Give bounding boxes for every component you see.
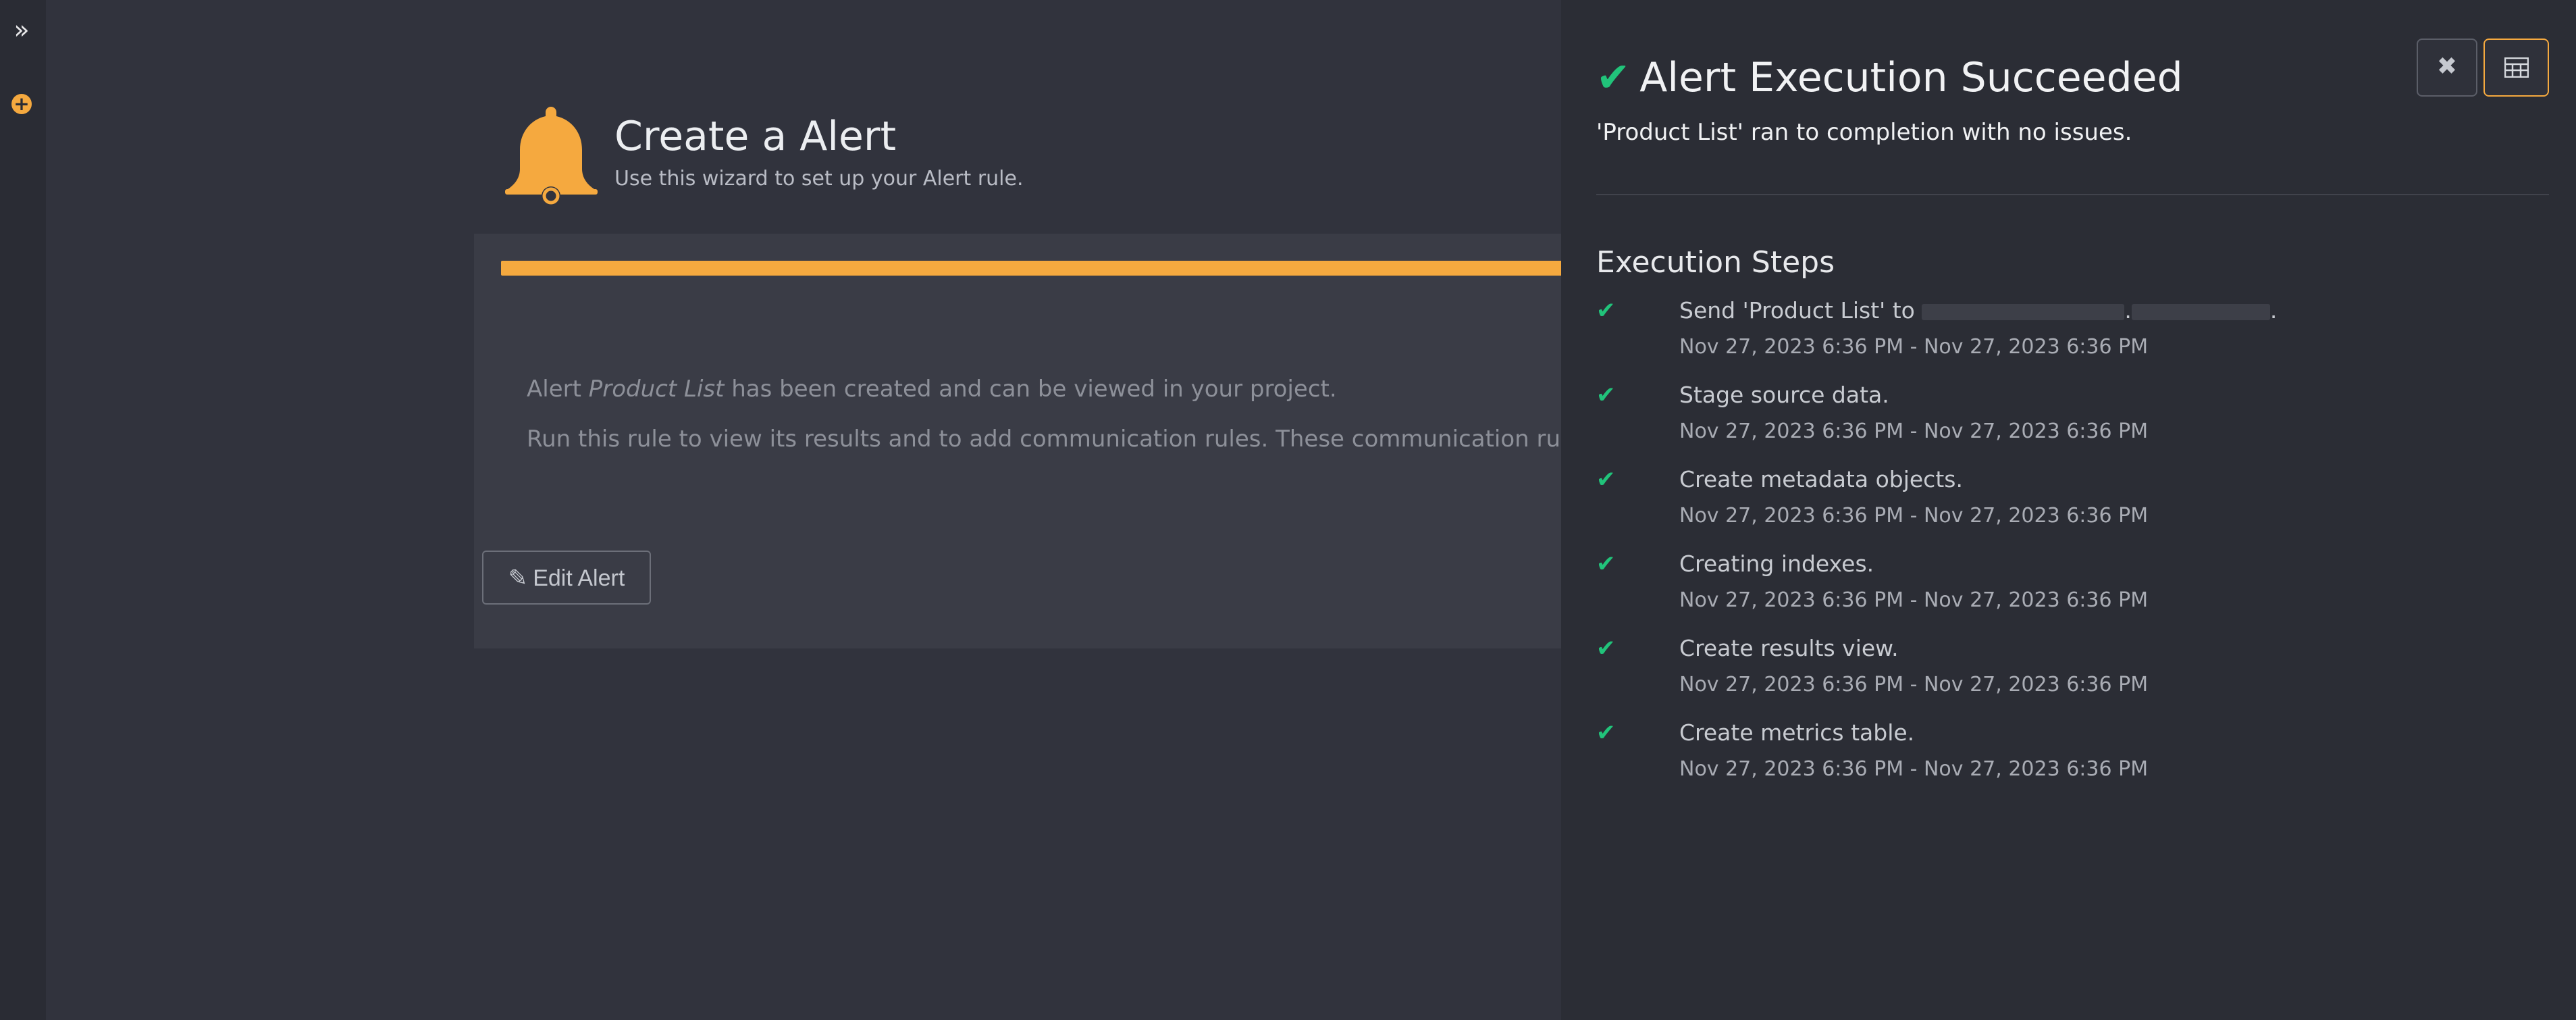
panel-subtitle: 'Product List' ran to completion with no… xyxy=(1596,119,2132,146)
page-subtitle: Use this wizard to set up your Alert rul… xyxy=(614,167,1024,190)
panel-title: ✔ Alert Execution Succeeded xyxy=(1596,54,2183,101)
step-label: Send 'Product List' to xyxy=(1679,297,1915,324)
check-icon: ✔ xyxy=(1596,551,1616,578)
close-button[interactable]: ✖ xyxy=(2417,39,2477,97)
check-icon: ✔ xyxy=(1596,297,1616,324)
left-rail: » + xyxy=(0,0,46,1020)
check-icon: ✔ xyxy=(1596,382,1616,409)
execution-steps-heading: Execution Steps xyxy=(1596,245,1835,280)
step-time: Nov 27, 2023 6:36 PM - Nov 27, 2023 6:36… xyxy=(1679,757,2149,781)
edit-alert-button[interactable]: ✎ Edit Alert xyxy=(482,551,651,605)
step-label: Creating indexes. xyxy=(1679,551,1874,577)
edit-icon: ✎ xyxy=(508,565,528,591)
step-label: Create metrics table. xyxy=(1679,719,1915,746)
page-title: Create a Alert xyxy=(614,113,897,160)
check-icon: ✔ xyxy=(1596,719,1616,746)
execution-step: ✔ Send 'Product List' to .. Nov 27, 2023… xyxy=(1596,297,2278,359)
step-time: Nov 27, 2023 6:36 PM - Nov 27, 2023 6:36… xyxy=(1679,335,2149,359)
redacted-block xyxy=(2131,303,2270,320)
table-icon xyxy=(2504,57,2529,78)
message-prefix: Alert xyxy=(527,376,581,403)
check-icon: ✔ xyxy=(1596,54,1631,101)
message-suffix: has been created and can be viewed in yo… xyxy=(731,376,1337,403)
run-message: Run this rule to view its results and to… xyxy=(527,426,1608,453)
redacted-block xyxy=(1922,303,2125,320)
main-content: Create a Alert Use this wizard to set up… xyxy=(46,0,1608,1020)
step-label: Stage source data. xyxy=(1679,382,1889,408)
panel-title-text: Alert Execution Succeeded xyxy=(1639,54,2183,101)
execution-step: ✔ Create results view. Nov 27, 2023 6:36… xyxy=(1596,635,2549,719)
step-time: Nov 27, 2023 6:36 PM - Nov 27, 2023 6:36… xyxy=(1679,588,2149,612)
edit-alert-label: Edit Alert xyxy=(533,565,625,591)
execution-step: ✔ Create metrics table. Nov 27, 2023 6:3… xyxy=(1596,719,2549,804)
wizard-header: Create a Alert Use this wizard to set up… xyxy=(502,98,1515,213)
check-icon: ✔ xyxy=(1596,466,1616,493)
step-time: Nov 27, 2023 6:36 PM - Nov 27, 2023 6:36… xyxy=(1679,419,2149,443)
step-label: Create metadata objects. xyxy=(1679,466,1963,492)
step-label: Create results view. xyxy=(1679,635,1899,661)
panel-divider xyxy=(1596,194,2549,195)
step-time: Nov 27, 2023 6:36 PM - Nov 27, 2023 6:36… xyxy=(1679,673,2149,696)
plus-circle-icon[interactable]: + xyxy=(11,94,32,114)
step-time: Nov 27, 2023 6:36 PM - Nov 27, 2023 6:36… xyxy=(1679,504,2149,528)
check-icon: ✔ xyxy=(1596,635,1616,662)
execution-step: ✔ Stage source data. Nov 27, 2023 6:36 P… xyxy=(1596,382,2549,466)
created-message: Alert Product List has been created and … xyxy=(527,376,1337,403)
double-chevron-right-icon[interactable]: » xyxy=(11,16,32,43)
table-view-button[interactable] xyxy=(2483,39,2549,97)
bell-icon xyxy=(505,107,598,205)
execution-step: ✔ Create metadata objects. Nov 27, 2023 … xyxy=(1596,466,2549,551)
close-icon: ✖ xyxy=(2436,53,2458,80)
alert-name: Product List xyxy=(588,376,725,403)
progress-bar xyxy=(501,261,1608,276)
execution-panel: ✔ Alert Execution Succeeded 'Product List… xyxy=(1561,0,2576,1020)
execution-step: ✔ Creating indexes. Nov 27, 2023 6:36 PM… xyxy=(1596,551,2549,635)
execution-steps-list: ✔ Send 'Product List' to .. Nov 27, 2023… xyxy=(1596,297,2549,804)
